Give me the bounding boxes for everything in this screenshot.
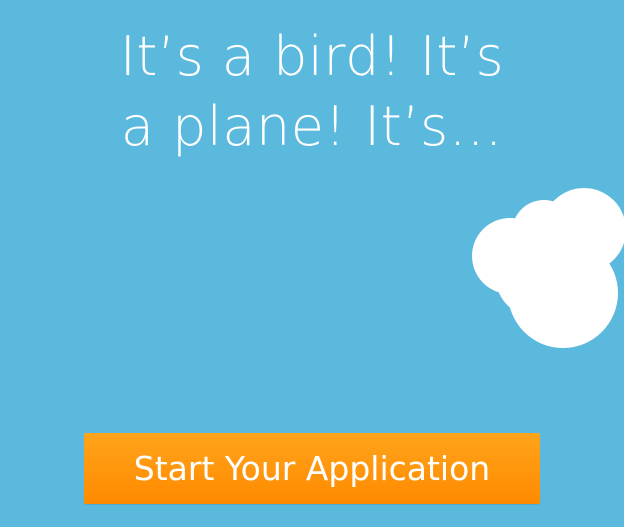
cloud-icon <box>472 188 624 348</box>
start-application-button[interactable]: Start Your Application <box>84 433 540 504</box>
headline-line-1: It’s a bird! It’s <box>119 25 505 88</box>
headline: It’s a bird! It’s a plane! It’s… <box>0 22 624 162</box>
banner-canvas: It’s a bird! It’s a plane! It’s… Start Y… <box>0 0 624 527</box>
headline-line-2: a plane! It’s… <box>120 95 504 158</box>
